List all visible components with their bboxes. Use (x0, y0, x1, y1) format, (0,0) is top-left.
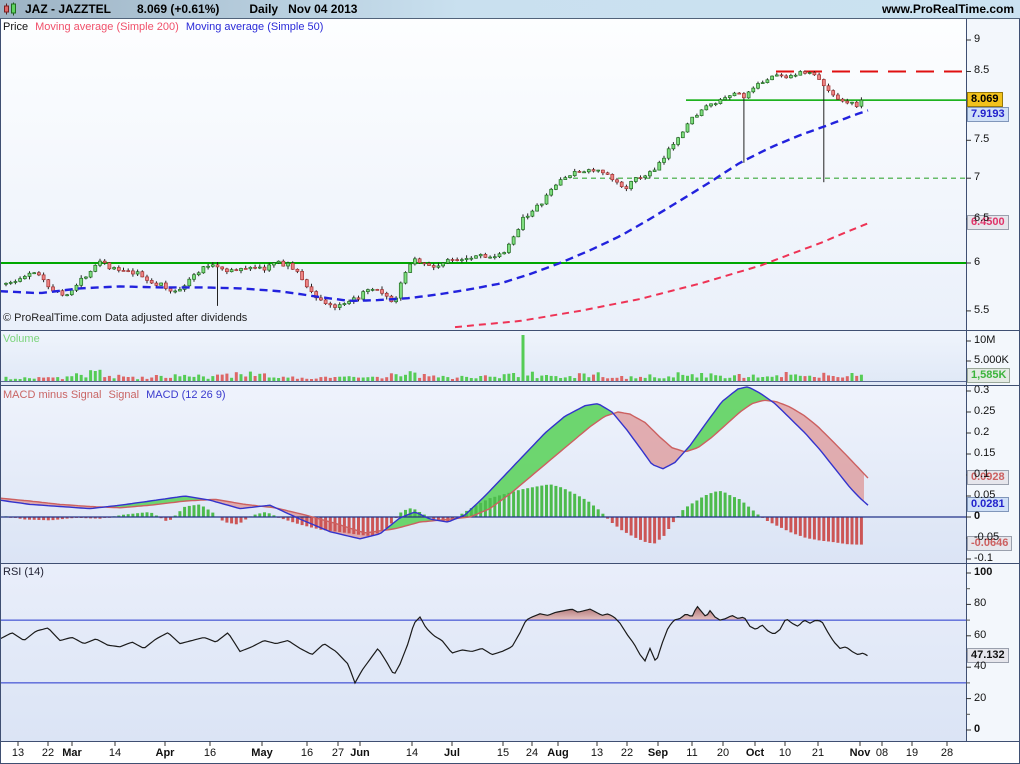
symbol-title: JAZ - JAZZTEL (25, 2, 111, 16)
session-date-label: Nov 04 2013 (288, 2, 358, 16)
last-quote: 8.069 (+0.61%) (137, 2, 220, 16)
website-label: www.ProRealTime.com (881, 2, 1014, 16)
candlestick-icon (3, 2, 19, 16)
chart-canvas[interactable] (0, 0, 1020, 764)
prorealtime-chart-window: JAZ - JAZZTEL 8.069 (+0.61%) Daily Nov 0… (0, 0, 1020, 764)
title-bar: JAZ - JAZZTEL 8.069 (+0.61%) Daily Nov 0… (0, 0, 1020, 19)
timeframe-label: Daily (249, 2, 279, 16)
